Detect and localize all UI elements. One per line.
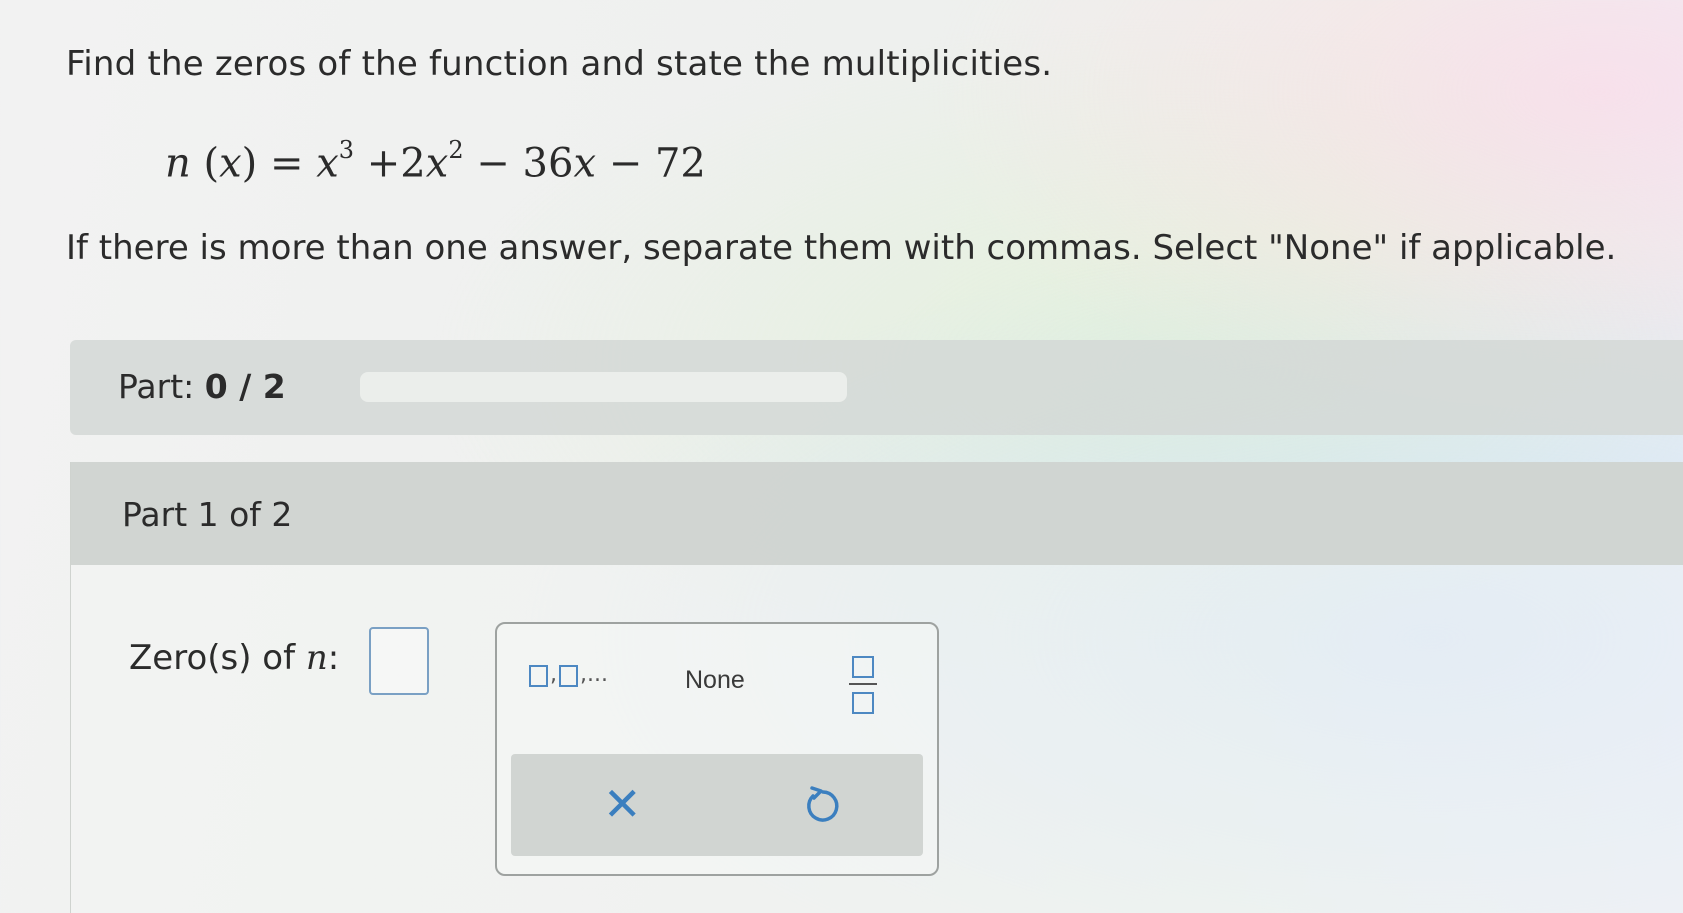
eq-exp1: 3 bbox=[338, 136, 355, 164]
answer-label-fn: n bbox=[305, 638, 328, 678]
answer-label-text: Zero(s) of bbox=[129, 638, 296, 678]
eq-term3: − 36 bbox=[463, 140, 574, 187]
progress-label: Part: 0 / 2 bbox=[118, 367, 286, 406]
keypad-actions: ✕ bbox=[511, 754, 923, 856]
box-icon bbox=[559, 665, 578, 687]
eq-term1: x bbox=[316, 140, 339, 187]
denominator-box-icon bbox=[852, 692, 874, 714]
answer-input[interactable] bbox=[369, 627, 429, 695]
progress-bar bbox=[360, 372, 847, 402]
fraction-button[interactable] bbox=[849, 652, 877, 718]
numerator-box-icon bbox=[852, 656, 874, 678]
progress-value: 0 / 2 bbox=[204, 367, 286, 406]
undo-icon bbox=[807, 786, 839, 822]
part-title: Part 1 of 2 bbox=[122, 495, 293, 534]
answer-label: Zero(s) of n: bbox=[129, 638, 339, 678]
eq-open: ( bbox=[190, 140, 220, 187]
progress-prefix: Part: bbox=[118, 367, 195, 406]
eq-term3-var: x bbox=[573, 140, 596, 187]
part-card: Part 1 of 2 Zero(s) of n: ,,... None ✕ bbox=[70, 462, 1683, 913]
eq-close: ) bbox=[241, 140, 258, 187]
eq-term4: − 72 bbox=[596, 140, 706, 187]
question-prompt: Find the zeros of the function and state… bbox=[66, 44, 1053, 84]
eq-var: x bbox=[219, 140, 242, 187]
undo-button[interactable] bbox=[799, 782, 843, 826]
function-equation: n (x) = x3 +2x2 − 36x − 72 bbox=[165, 136, 706, 187]
list-key-button[interactable]: ,,... bbox=[529, 662, 608, 687]
eq-fn: n bbox=[165, 140, 191, 187]
eq-plus2: +2 bbox=[354, 140, 426, 187]
answer-instruction: If there is more than one answer, separa… bbox=[66, 228, 1617, 268]
answer-label-colon: : bbox=[327, 638, 340, 678]
part-header: Part 1 of 2 bbox=[71, 462, 1683, 565]
math-keypad: ,,... None ✕ bbox=[495, 622, 939, 876]
progress-panel: Part: 0 / 2 bbox=[70, 340, 1683, 435]
none-button[interactable]: None bbox=[685, 666, 745, 695]
close-icon: ✕ bbox=[603, 777, 642, 831]
eq-term2: x bbox=[425, 140, 449, 187]
eq-exp2: 2 bbox=[448, 136, 464, 164]
clear-button[interactable]: ✕ bbox=[603, 781, 642, 827]
fraction-bar-icon bbox=[849, 683, 877, 685]
list-suffix: ,... bbox=[580, 662, 608, 687]
comma-glyph: , bbox=[550, 662, 557, 687]
eq-equals: = bbox=[257, 140, 317, 187]
box-icon bbox=[529, 665, 548, 687]
